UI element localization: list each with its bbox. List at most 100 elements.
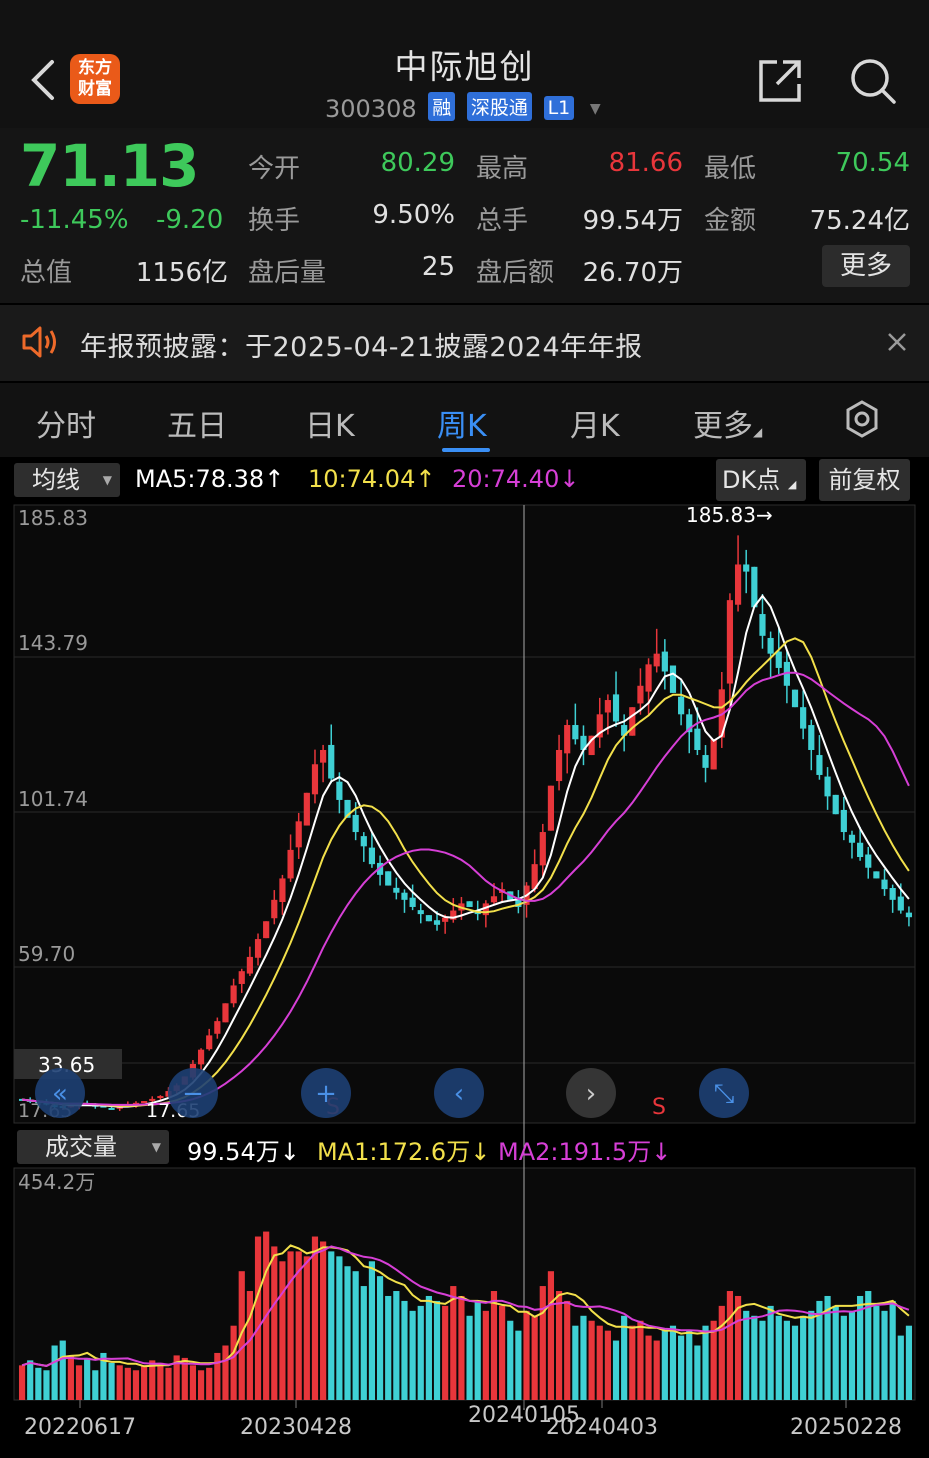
- candle-body: [848, 834, 856, 843]
- candle-body: [873, 871, 880, 879]
- price-adjust-button[interactable]: 前复权: [819, 459, 910, 501]
- volume-bar: [726, 1291, 734, 1400]
- volume-bar: [279, 1261, 286, 1400]
- share-icon[interactable]: [755, 56, 805, 106]
- corner-caret-icon: ◢: [787, 478, 797, 491]
- volume-bar: [653, 1340, 660, 1400]
- dropdown-caret-icon: ▼: [151, 1140, 161, 1154]
- candle-body: [678, 696, 685, 715]
- candle-body: [629, 707, 636, 736]
- dk-point-button[interactable]: DK点 ◢: [716, 459, 806, 501]
- search-icon[interactable]: [848, 56, 898, 106]
- amount-label: 金额: [704, 206, 757, 236]
- volume-bar: [523, 1310, 530, 1400]
- indicator-selector[interactable]: 均线 ▼: [14, 463, 120, 497]
- candle-body: [564, 725, 571, 754]
- tab-daily-k[interactable]: 日K: [305, 401, 355, 445]
- ma20-value: 20:74.40↓: [452, 465, 579, 493]
- candle-body: [433, 920, 441, 925]
- volume-bar: [629, 1325, 636, 1400]
- candle-body: [759, 614, 766, 636]
- candle-body: [775, 651, 782, 668]
- volume-bar: [132, 1370, 140, 1400]
- tab-monthly-k[interactable]: 月K: [570, 401, 620, 445]
- volume-bar: [328, 1251, 335, 1400]
- low-value: 70.54: [835, 148, 910, 178]
- volume-bar: [759, 1320, 766, 1400]
- volume-bar: [35, 1367, 42, 1400]
- volume-bar: [18, 1365, 26, 1400]
- active-tab-indicator: [442, 448, 490, 452]
- corner-caret-icon: ◢: [753, 425, 763, 439]
- candle-body: [572, 725, 579, 740]
- close-icon[interactable]: [886, 331, 908, 353]
- volume-bar: [230, 1325, 237, 1400]
- candle-body: [743, 564, 750, 572]
- arrow-down-icon: ↓: [279, 1138, 300, 1166]
- candle-body: [865, 854, 872, 868]
- volume-bar: [857, 1295, 864, 1400]
- change-percent: -11.45%: [20, 205, 129, 235]
- volume-bar: [604, 1330, 611, 1400]
- candle-body: [816, 755, 823, 775]
- volume-bar: [718, 1305, 725, 1400]
- after-hours-volume-label: 盘后量: [248, 258, 327, 288]
- volume-bar: [751, 1315, 758, 1400]
- volume-bar: [271, 1246, 278, 1400]
- volume-value-label: 99.54万↓: [187, 1132, 300, 1167]
- candle-body: [157, 1096, 164, 1099]
- candle-body: [539, 832, 546, 866]
- volume-bar: [67, 1355, 74, 1400]
- volume-bar: [669, 1325, 677, 1400]
- arrow-up-icon: ↑: [264, 465, 285, 493]
- volume-bar: [678, 1335, 685, 1400]
- volume-indicator-selector[interactable]: 成交量 ▼: [17, 1130, 169, 1164]
- more-quote-button[interactable]: 更多: [822, 245, 910, 287]
- volume-ma1-label: MA1:172.6万↓: [317, 1132, 490, 1167]
- candle-body: [425, 915, 432, 922]
- volume-bar: [43, 1370, 50, 1400]
- volume-value: 99.54万: [582, 206, 683, 236]
- volume-bar: [507, 1320, 514, 1400]
- turnover-value: 9.50%: [372, 200, 455, 230]
- volume-text: 99.54万: [187, 1138, 280, 1166]
- tab-more[interactable]: 更多◢: [693, 401, 762, 445]
- candle-body: [360, 836, 367, 847]
- candle-body: [547, 785, 555, 831]
- volume-bar: [661, 1330, 668, 1400]
- candle-body: [214, 1021, 221, 1034]
- x-tick-label: 20240403: [546, 1415, 658, 1440]
- candle-body: [328, 744, 335, 779]
- volume-bar: [197, 1370, 205, 1400]
- candle-body: [222, 1003, 229, 1023]
- volume-bar: [490, 1291, 498, 1400]
- volume-bar: [401, 1300, 408, 1400]
- volume-axis-label: 454.2万: [18, 1170, 95, 1194]
- change-amount: -9.20: [156, 205, 224, 235]
- volume-bar: [246, 1291, 253, 1400]
- gear-icon[interactable]: [843, 400, 881, 438]
- kline-chart[interactable]: 185.83143.79101.7459.70454.2万185.83→17.6…: [0, 500, 929, 1458]
- high-label: 最高: [476, 154, 529, 184]
- volume-bar: [417, 1305, 424, 1400]
- volume-bar: [157, 1362, 164, 1400]
- low-label: 最低: [704, 154, 757, 184]
- volume-bar: [840, 1315, 847, 1400]
- tab-weekly-k[interactable]: 周K: [437, 401, 487, 445]
- volume-selector-label: 成交量: [45, 1133, 117, 1161]
- volume-bar: [555, 1291, 563, 1400]
- candle-body: [661, 651, 668, 672]
- high-price-annotation: 185.83→: [686, 503, 773, 527]
- candle-body: [832, 794, 839, 815]
- volume-bar: [124, 1367, 131, 1400]
- volume-bar: [783, 1320, 790, 1400]
- candle-body: [368, 847, 376, 865]
- volume-bar: [84, 1357, 91, 1400]
- candle-body: [669, 665, 677, 693]
- tab-five-day[interactable]: 五日: [167, 401, 227, 445]
- stock-code-row[interactable]: 300308 融 深股通 L1 ▼: [325, 92, 601, 124]
- volume-ma2-label: MA2:191.5万↓: [498, 1132, 671, 1167]
- tab-intraday[interactable]: 分时: [36, 401, 96, 445]
- sell-signal-label: S: [652, 1095, 666, 1120]
- volume-bar: [791, 1325, 799, 1400]
